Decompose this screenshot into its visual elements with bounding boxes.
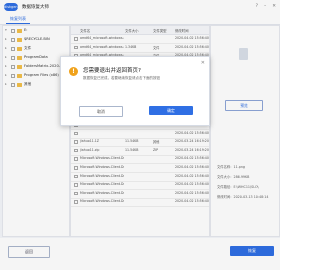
cancel-button[interactable]: 取消 <box>79 106 123 117</box>
warning-icon: ! <box>69 67 78 76</box>
confirm-button[interactable]: 确定 <box>149 106 193 115</box>
app-window: diskgenius 数据恢复大师 ? – ✕ 恢复列表 ▾ E: ▸ $REC… <box>0 0 280 270</box>
close-icon[interactable]: ✕ <box>201 60 205 66</box>
dialog-title: 您需要退出并返回首页? <box>83 68 141 74</box>
dialog-message: 数据恢复已完成，若要继续恢复请点击下面的按钮 <box>83 76 160 80</box>
exit-confirm-dialog: ✕ ! 您需要退出并返回首页? 数据恢复已完成，若要继续恢复请点击下面的按钮 取… <box>60 56 210 126</box>
modal-overlay <box>0 0 280 270</box>
